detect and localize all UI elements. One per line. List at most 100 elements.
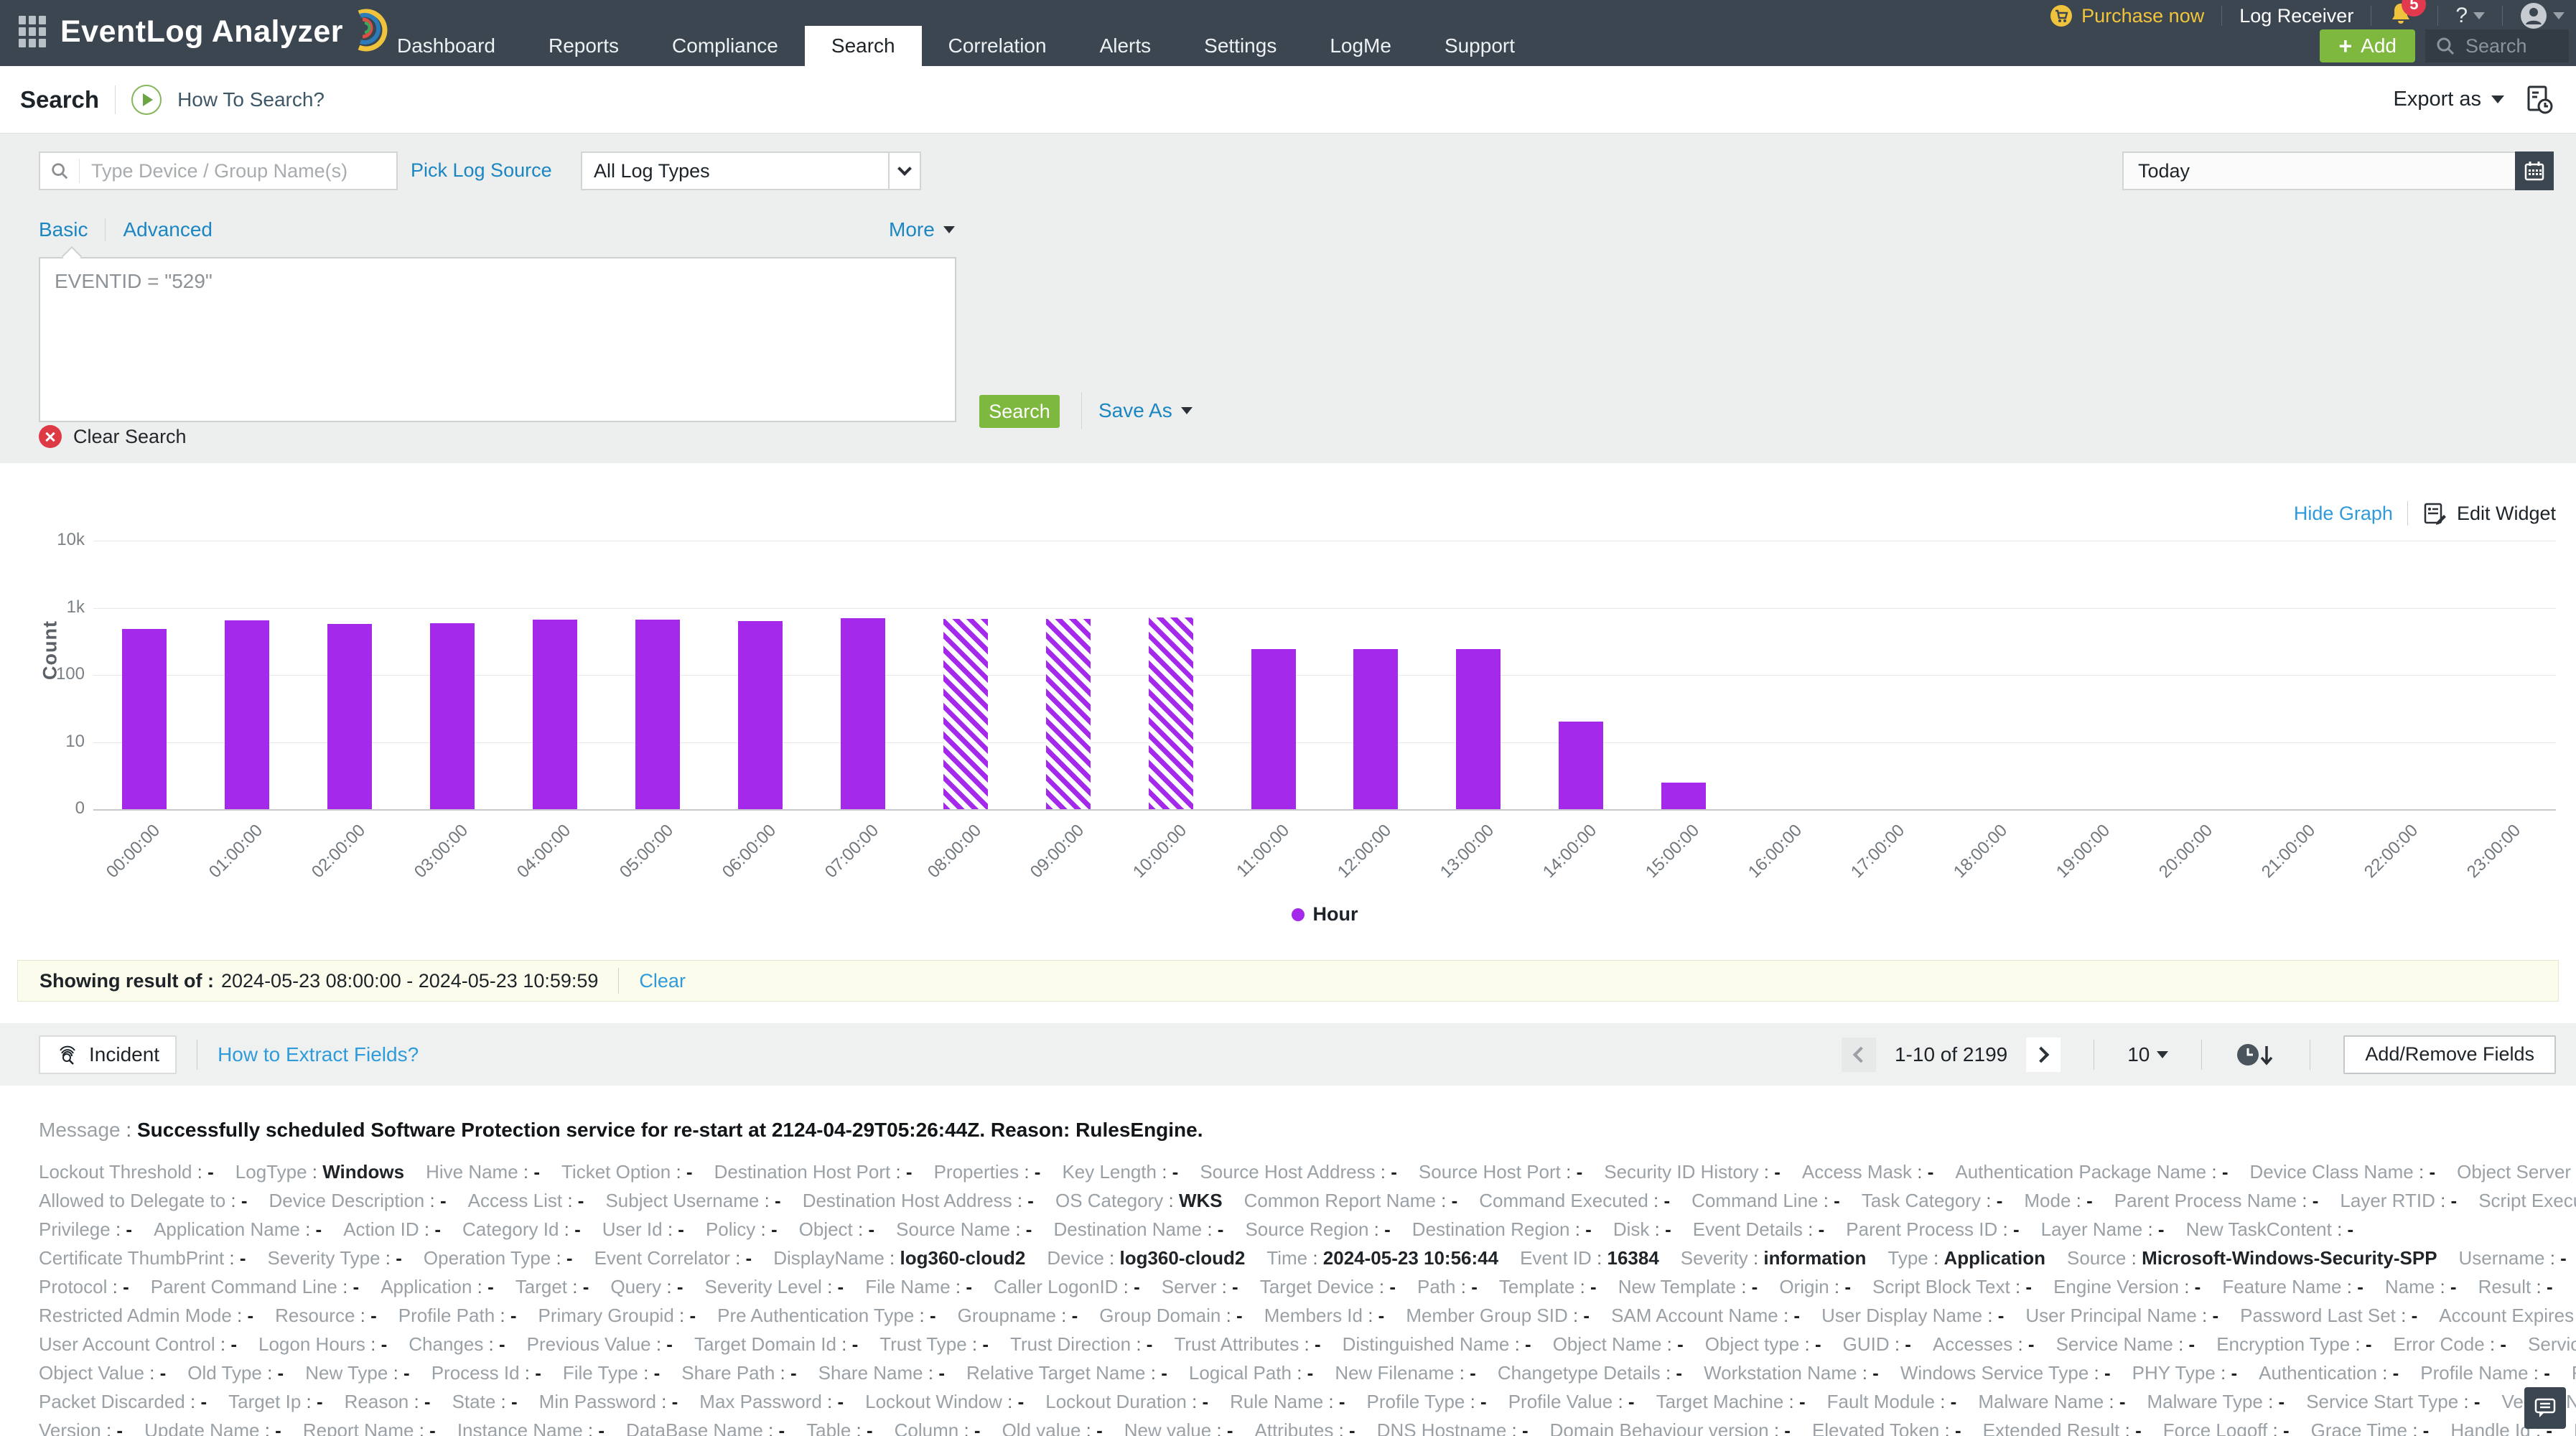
field-value[interactable]: -: [123, 1276, 129, 1297]
field-value[interactable]: -: [906, 1161, 913, 1183]
field-value[interactable]: -: [2560, 1247, 2567, 1269]
calendar-button[interactable]: [2515, 151, 2554, 190]
field-value[interactable]: -: [275, 1419, 281, 1436]
field-value[interactable]: -: [1784, 1419, 1791, 1436]
field-value[interactable]: -: [241, 1190, 248, 1211]
tab-advanced[interactable]: Advanced: [123, 218, 213, 241]
help-menu[interactable]: ?: [2455, 4, 2485, 28]
field-value[interactable]: -: [1236, 1305, 1243, 1326]
search-button[interactable]: Search: [979, 395, 1060, 428]
field-value[interactable]: -: [2283, 1419, 2290, 1436]
log-type-select[interactable]: All Log Types: [581, 151, 921, 190]
bar-03:00:00[interactable]: [430, 623, 475, 809]
field-value[interactable]: -: [1452, 1190, 1458, 1211]
log-receiver-link[interactable]: Log Receiver: [2239, 5, 2353, 27]
nav-support[interactable]: Support: [1418, 26, 1541, 66]
how-to-search-link[interactable]: How To Search?: [177, 88, 325, 111]
field-value[interactable]: -: [1628, 1391, 1635, 1412]
field-value[interactable]: -: [1391, 1161, 1397, 1183]
field-value[interactable]: -: [316, 1218, 322, 1240]
field-value[interactable]: -: [1339, 1391, 1345, 1412]
field-value[interactable]: -: [746, 1247, 752, 1269]
field-value[interactable]: -: [370, 1305, 377, 1326]
field-value[interactable]: -: [499, 1333, 505, 1355]
field-value[interactable]: -: [2025, 1276, 2032, 1297]
field-value[interactable]: -: [1665, 1218, 1671, 1240]
export-as-dropdown[interactable]: Export as: [2394, 88, 2505, 111]
field-value[interactable]: Microsoft-Windows-Security-SPP: [2142, 1247, 2437, 1269]
field-value[interactable]: -: [487, 1276, 494, 1297]
pick-log-source-link[interactable]: Pick Log Source: [411, 159, 552, 182]
field-value[interactable]: -: [1955, 1419, 1961, 1436]
field-value[interactable]: -: [838, 1276, 844, 1297]
bar-06:00:00[interactable]: [738, 621, 783, 809]
field-value[interactable]: -: [200, 1391, 207, 1412]
bar-04:00:00[interactable]: [533, 620, 577, 809]
next-page-button[interactable]: [2026, 1038, 2061, 1072]
field-value[interactable]: -: [790, 1362, 797, 1384]
field-value[interactable]: -: [574, 1218, 581, 1240]
field-value[interactable]: -: [1307, 1362, 1314, 1384]
purchase-now-link[interactable]: Purchase now: [2050, 4, 2204, 27]
field-value[interactable]: -: [1471, 1276, 1478, 1297]
field-value[interactable]: -: [1583, 1305, 1590, 1326]
field-value[interactable]: -: [689, 1305, 696, 1326]
field-value[interactable]: log360-cloud2: [900, 1247, 1026, 1269]
field-value[interactable]: -: [116, 1419, 123, 1436]
field-value[interactable]: -: [775, 1190, 781, 1211]
field-value[interactable]: -: [2028, 1333, 2035, 1355]
field-value[interactable]: 16384: [1607, 1247, 1658, 1269]
field-value[interactable]: -: [511, 1391, 518, 1412]
sort-by-time-button[interactable]: [2235, 1040, 2277, 1069]
field-value[interactable]: -: [1026, 1218, 1032, 1240]
field-value[interactable]: -: [247, 1305, 253, 1326]
field-value[interactable]: -: [207, 1161, 214, 1183]
field-value[interactable]: -: [837, 1391, 844, 1412]
field-value[interactable]: -: [2348, 1218, 2354, 1240]
field-value[interactable]: -: [1676, 1362, 1682, 1384]
bar-00:00:00[interactable]: [122, 629, 167, 809]
field-value[interactable]: -: [678, 1218, 684, 1240]
field-value[interactable]: -: [1202, 1391, 1208, 1412]
bar-07:00:00[interactable]: [841, 618, 885, 809]
field-value[interactable]: -: [938, 1362, 945, 1384]
field-value[interactable]: -: [510, 1305, 517, 1326]
device-search-input[interactable]: [90, 159, 363, 183]
field-value[interactable]: -: [230, 1333, 237, 1355]
bar-13:00:00[interactable]: [1456, 649, 1501, 809]
field-value[interactable]: Windows: [322, 1161, 404, 1183]
field-value[interactable]: information: [1763, 1247, 1866, 1269]
global-search-input[interactable]: [2464, 34, 2557, 58]
field-value[interactable]: -: [1905, 1333, 1911, 1355]
field-value[interactable]: -: [974, 1419, 981, 1436]
field-value[interactable]: -: [2086, 1190, 2093, 1211]
field-value[interactable]: -: [966, 1276, 972, 1297]
field-value[interactable]: -: [2450, 1276, 2457, 1297]
page-size-dropdown[interactable]: 10: [2127, 1043, 2168, 1066]
bar-12:00:00[interactable]: [1353, 649, 1398, 809]
field-value[interactable]: -: [1134, 1276, 1140, 1297]
user-menu[interactable]: [2520, 2, 2565, 29]
field-value[interactable]: -: [686, 1161, 693, 1183]
field-value[interactable]: Application: [1943, 1247, 2045, 1269]
field-value[interactable]: -: [1147, 1333, 1153, 1355]
field-value[interactable]: -: [2158, 1218, 2165, 1240]
field-value[interactable]: -: [867, 1419, 873, 1436]
field-value[interactable]: -: [2474, 1391, 2481, 1412]
field-value[interactable]: -: [2212, 1305, 2218, 1326]
play-video-icon[interactable]: [131, 85, 162, 115]
field-value[interactable]: -: [2119, 1391, 2126, 1412]
bar-02:00:00[interactable]: [327, 624, 372, 809]
field-value[interactable]: -: [1998, 1305, 2005, 1326]
field-value[interactable]: -: [778, 1419, 785, 1436]
field-value[interactable]: -: [1834, 1190, 1840, 1211]
field-value[interactable]: -: [1815, 1333, 1821, 1355]
clear-range-link[interactable]: Clear: [639, 970, 686, 992]
edit-widget-button[interactable]: Edit Widget: [2422, 500, 2556, 526]
field-value[interactable]: -: [583, 1276, 589, 1297]
field-value[interactable]: -: [1218, 1218, 1224, 1240]
field-value[interactable]: -: [2313, 1190, 2319, 1211]
field-value[interactable]: -: [535, 1362, 541, 1384]
notifications-button[interactable]: 5: [2389, 1, 2420, 32]
bar-01:00:00[interactable]: [225, 620, 269, 809]
